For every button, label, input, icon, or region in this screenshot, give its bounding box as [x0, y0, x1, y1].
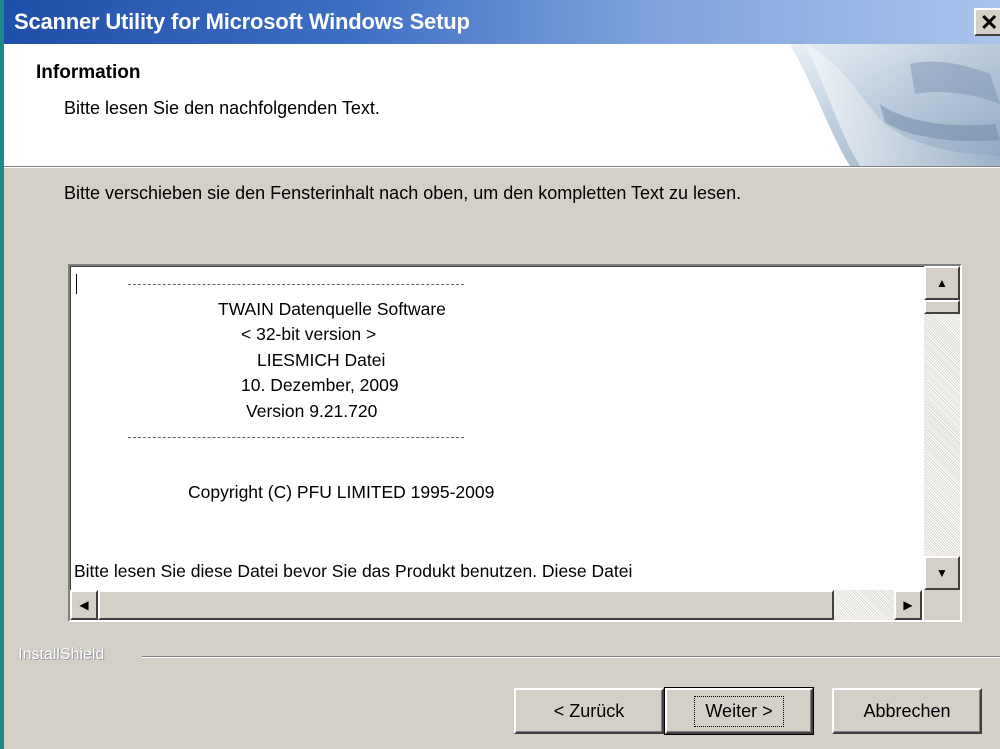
- readme-line: Version 9.21.720: [246, 401, 378, 421]
- close-icon: ✕: [980, 10, 999, 35]
- setup-dialog: Scanner Utility for Microsoft Windows Se…: [0, 0, 1000, 749]
- arrow-up-icon: ▲: [936, 276, 948, 290]
- scroll-down-button[interactable]: ▼: [924, 556, 960, 590]
- horizontal-scroll-thumb[interactable]: [98, 590, 834, 620]
- readme-content[interactable]: TWAIN Datenquelle Software < 32-bit vers…: [70, 266, 922, 590]
- close-button[interactable]: ✕: [974, 8, 1000, 36]
- readme-textbox[interactable]: TWAIN Datenquelle Software < 32-bit vers…: [68, 264, 962, 622]
- instruction-text: Bitte verschieben sie den Fensterinhalt …: [64, 183, 742, 203]
- cancel-button-label: Abbrechen: [863, 700, 951, 721]
- vertical-scrollbar[interactable]: ▲ ▼: [924, 266, 960, 590]
- installshield-brand: InstallShield: [18, 646, 105, 663]
- page-title: Information: [36, 62, 141, 83]
- readme-line: TWAIN Datenquelle Software: [218, 299, 446, 319]
- window-title: Scanner Utility for Microsoft Windows Se…: [14, 9, 470, 34]
- next-button-label: Weiter >: [694, 695, 784, 727]
- title-bar[interactable]: Scanner Utility for Microsoft Windows Se…: [4, 0, 1000, 44]
- installer-banner-art: [790, 44, 1000, 166]
- text-caret: [76, 274, 77, 294]
- header-panel: Information Bitte lesen Sie den nachfolg…: [4, 44, 1000, 166]
- readme-line: LIESMICH Datei: [257, 350, 386, 370]
- readme-line: Copyright (C) PFU LIMITED 1995-2009: [188, 482, 495, 502]
- cancel-button[interactable]: Abbrechen: [832, 688, 982, 734]
- arrow-down-icon: ▼: [936, 566, 948, 580]
- separator-dashes: [128, 437, 464, 439]
- readme-line: 10. Dezember, 2009: [241, 375, 399, 395]
- scroll-right-button[interactable]: ▶: [894, 590, 922, 620]
- separator-dashes: [128, 284, 464, 286]
- arrow-right-icon: ▶: [903, 598, 913, 612]
- header-divider-highlight: [4, 167, 1000, 168]
- readme-line: Bitte lesen Sie diese Datei bevor Sie da…: [74, 561, 633, 581]
- vertical-scroll-thumb[interactable]: [924, 300, 960, 314]
- back-button-label: < Zurück: [553, 700, 625, 721]
- page-subtitle: Bitte lesen Sie den nachfolgenden Text.: [64, 98, 380, 118]
- arrow-left-icon: ◀: [79, 598, 89, 612]
- scrollbar-corner: [924, 590, 960, 620]
- scroll-up-button[interactable]: ▲: [924, 266, 960, 300]
- readme-line: < 32-bit version >: [241, 324, 377, 344]
- footer-divider-highlight: [142, 657, 1000, 658]
- next-button[interactable]: Weiter >: [664, 687, 814, 735]
- scroll-left-button[interactable]: ◀: [70, 590, 98, 620]
- back-button[interactable]: < Zurück: [514, 688, 664, 734]
- horizontal-scrollbar[interactable]: ◀ ▶: [70, 590, 922, 620]
